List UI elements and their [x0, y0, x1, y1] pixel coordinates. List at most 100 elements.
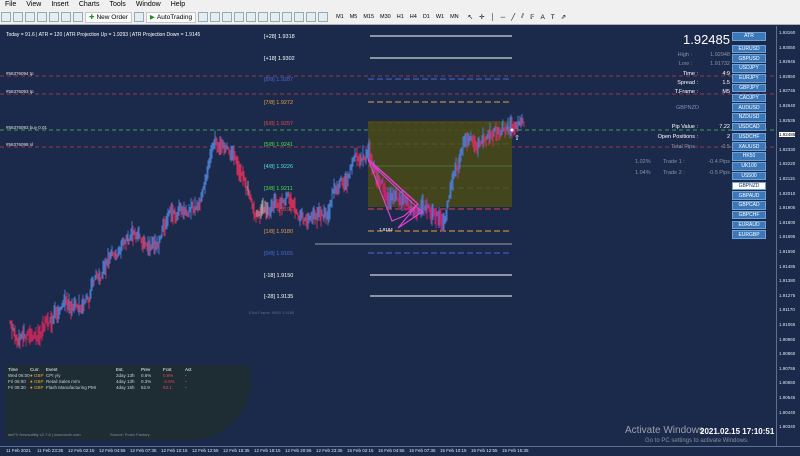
autotrading-button[interactable]: ▶ AutoTrading [145, 11, 197, 23]
price-scale-label: 1.91485 [779, 263, 796, 269]
symbol-button-audusd[interactable]: AUDUSD [732, 103, 766, 112]
data-window-icon[interactable] [37, 12, 47, 22]
price-scale-label: 1.91065 [779, 322, 796, 327]
timeframe-h4[interactable]: H4 [407, 14, 420, 20]
tile-windows-icon[interactable] [258, 12, 269, 22]
timeframe-d1[interactable]: D1 [420, 14, 433, 20]
time-axis-label: 15 Feb 07:35 [409, 448, 436, 453]
symbol-button-gbpcad[interactable]: GBPCAD [732, 201, 766, 210]
murrey-level-label: [6/8] 1.9257 [264, 121, 293, 127]
label-icon[interactable]: T [551, 14, 555, 21]
time-axis-label: 12 Feb 12:55 [192, 448, 219, 453]
server-clock: 2021.02.15 17:10:51 [700, 427, 775, 436]
symbol-button-eurgbp[interactable]: EURGBP [732, 230, 766, 240]
totalpips-row: Total Pips : -0.5 [645, 144, 730, 150]
channel-icon[interactable]: ⫽ [521, 13, 524, 21]
time-axis-label: 12 Feb 07:35 [130, 448, 157, 453]
atr-info-line: Today = 91.6 | ATR = 120 | ATR Projectio… [6, 32, 201, 38]
symbol-button-usdchf[interactable]: USDCHF [732, 132, 766, 142]
candlestick-icon[interactable] [210, 12, 221, 22]
symbol-button-uk100[interactable]: UK100 [732, 161, 766, 171]
openpos-label: Open Positions : [657, 134, 698, 140]
strategy-tester-icon[interactable] [73, 12, 83, 22]
vertical-line-icon[interactable]: │ [491, 14, 495, 21]
bar-chart-icon[interactable] [198, 12, 209, 22]
price-scale-label: 1.90650 [779, 380, 796, 386]
new-order-icon: ✚ [89, 14, 95, 21]
arrows-icon[interactable]: ⇗ [561, 13, 566, 21]
atr-button[interactable]: ATR [732, 32, 766, 41]
time-axis-label: 12 Feb 20:55 [285, 448, 312, 453]
chart-shift-icon[interactable] [270, 12, 281, 22]
price-scale[interactable]: 1.93160 1.93050 1.92945 1.92850 1.92745 1.926… [776, 26, 800, 446]
horizontal-line-icon[interactable]: ─ [501, 14, 506, 21]
symbol-button-nzdusd[interactable]: NZDUSD [732, 113, 766, 122]
symbol-button-gbpjpy[interactable]: GBPJPY [732, 83, 766, 93]
timeframe-h1[interactable]: H1 [394, 14, 407, 20]
symbol-button-euraud[interactable]: EURAUD [732, 220, 766, 230]
cursor-icon[interactable]: ↖ [468, 13, 473, 21]
navigator-icon[interactable] [49, 12, 59, 22]
periods-icon[interactable] [306, 12, 317, 22]
price-scale-label: 1.92850 [779, 73, 796, 79]
timeframe-bar: M1 M5 M15 M30 H1 H4 D1 W1 MN [333, 14, 462, 20]
openpos-value: 2 [726, 134, 730, 140]
autoscroll-icon[interactable] [282, 12, 293, 22]
symbol-button-us500[interactable]: US500 [732, 171, 766, 181]
menu-item-charts[interactable]: Charts [74, 0, 105, 10]
news-header-cell: Act [185, 367, 192, 372]
metaeditor-icon[interactable] [133, 12, 144, 22]
trade1-value: -0.4 Pips [708, 159, 730, 165]
timeframe-mn[interactable]: MN [447, 14, 462, 20]
symbol-button-eurusd[interactable]: EURUSD [732, 44, 766, 54]
news-panel: Time Curr. Event Est. Prev Fcst Act Wed 06:00 ●… [6, 365, 251, 440]
symbol-button-gbpnzd[interactable]: GBPNZD [732, 181, 766, 191]
time-axis[interactable]: 11 Feb 2021 11 Feb 23:35 12 Feb 02:15 12 Fe… [0, 446, 800, 456]
templates-icon[interactable] [318, 12, 329, 22]
menu-item-window[interactable]: Window [131, 0, 166, 10]
profiles-icon[interactable] [13, 12, 23, 22]
symbol-button-usdjpy[interactable]: USDJPY [732, 64, 766, 73]
menu-item-view[interactable]: View [21, 0, 46, 10]
murrey-level-label: [3/8] 1.9211 [264, 186, 293, 192]
timeframe-m1[interactable]: M1 [333, 14, 347, 20]
autotrading-label: AutoTrading [156, 13, 193, 21]
symbol-button-xauusd[interactable]: XAUUSD [732, 142, 766, 151]
fibo-icon[interactable]: 𝔽 [530, 13, 534, 21]
crosshair-icon[interactable]: ✛ [479, 13, 484, 21]
high-row: High : 1.92948 [645, 52, 730, 58]
symbol-button-eurjpy[interactable]: EURJPY [732, 73, 766, 83]
symbol-button-gbpaud[interactable]: GBPAUD [732, 191, 766, 200]
time-axis-label: 12 Feb 15:35 [223, 448, 250, 453]
tframe-value: M5 [722, 89, 730, 95]
symbol-button-hk50[interactable]: HK50 [732, 152, 766, 161]
timeframe-w1[interactable]: W1 [433, 14, 447, 20]
symbol-button-gbpchf[interactable]: GBPCHF [732, 210, 766, 220]
timeframe-m15[interactable]: M15 [360, 14, 377, 20]
line-chart-icon[interactable] [222, 12, 233, 22]
zoom-out-icon[interactable] [246, 12, 257, 22]
menu-item-file[interactable]: File [0, 0, 21, 10]
timeframe-m30[interactable]: M30 [377, 14, 394, 20]
timeframe-m5[interactable]: M5 [347, 14, 361, 20]
menu-item-tools[interactable]: Tools [104, 0, 130, 10]
low-row: Low : 1.91732 [645, 61, 730, 67]
high-value: 1.92948 [710, 52, 730, 58]
indicators-icon[interactable] [294, 12, 305, 22]
new-order-button[interactable]: ✚ New Order [85, 11, 132, 23]
symbol-button-usdcad[interactable]: USDCAD [732, 122, 766, 132]
trendline-icon[interactable]: ╱ [511, 13, 515, 21]
menu-item-insert[interactable]: Insert [46, 0, 74, 10]
cursor-icon: ⇧ [514, 134, 520, 142]
price-scale-label: 1.91275 [779, 292, 796, 298]
trade2-value: -0.5 Pips [708, 170, 730, 176]
market-watch-icon[interactable] [25, 12, 35, 22]
symbol-button-cadjpy[interactable]: CADJPY [732, 93, 766, 103]
menu-item-help[interactable]: Help [166, 0, 190, 10]
text-icon[interactable]: A [540, 14, 544, 21]
zoom-in-icon[interactable] [234, 12, 245, 22]
symbol-button-gbpusd[interactable]: GBPUSD [732, 54, 766, 63]
trade1-label: Trade 1 : [663, 159, 685, 165]
new-chart-icon[interactable] [1, 12, 11, 22]
terminal-icon[interactable] [61, 12, 71, 22]
